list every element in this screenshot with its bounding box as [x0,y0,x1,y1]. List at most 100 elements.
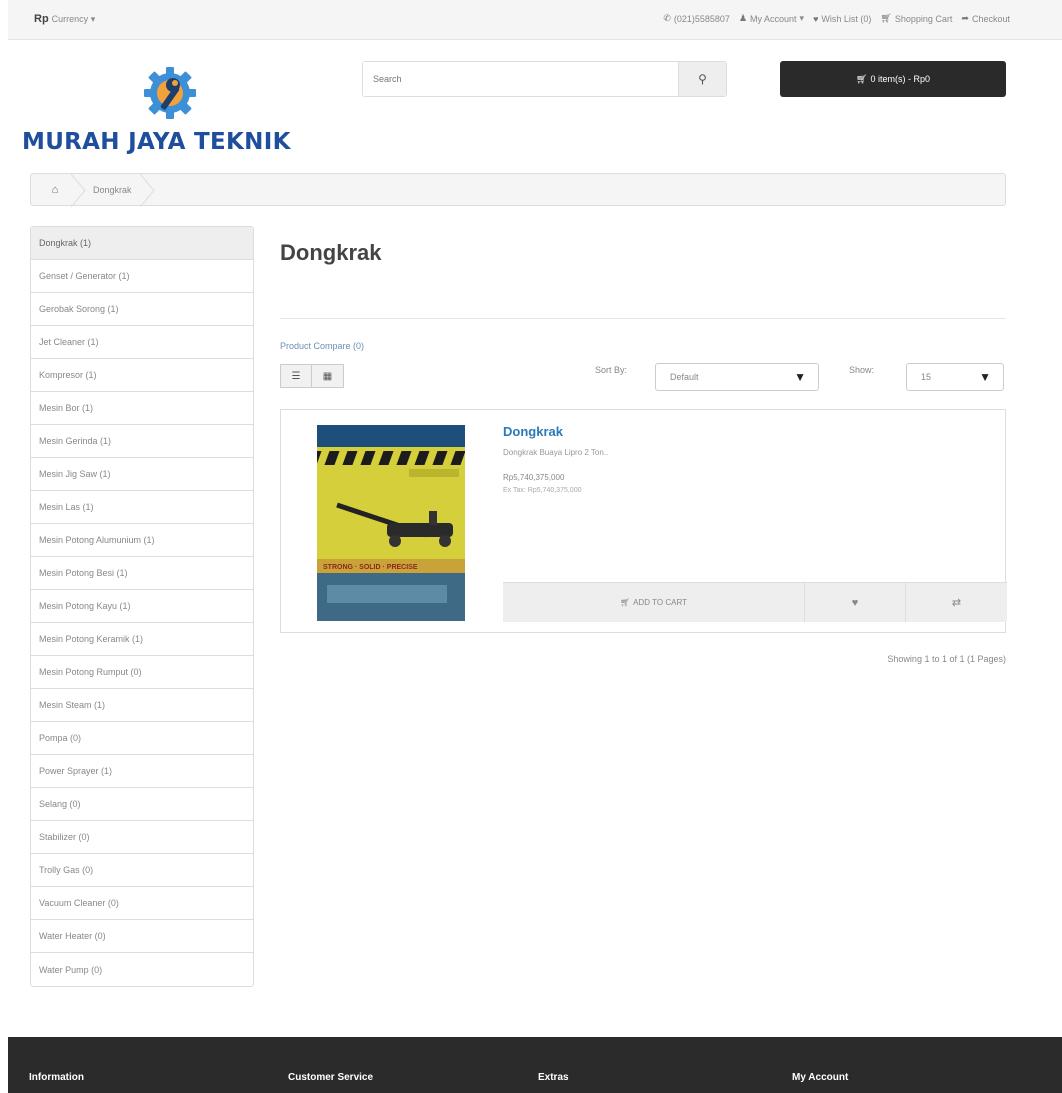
dropdown-arrow-icon: ▼ [979,370,991,384]
footer-heading-extras: Extras [538,1072,569,1083]
footer-heading-information: Information [29,1072,84,1083]
product-image[interactable]: STRONG · SOLID · PRECISE [317,425,465,621]
list-icon: ☰ [291,370,301,382]
add-to-cart-label: ADD TO CART [633,598,687,607]
grid-icon: ▦ [322,370,333,382]
sidebar-category-item[interactable]: Mesin Potong Kayu (1) [31,590,253,623]
currency-label: Currency [51,14,89,24]
sidebar-category-item[interactable]: Gerobak Sorong (1) [31,293,253,326]
breadcrumb: ⌂ Dongkrak [30,173,1006,207]
footer: Information Customer Service Extras My A… [8,1037,1062,1093]
top-links: ✆ (021)5585807 ♟ My Account ▾ ♥ Wish List (0… [663,13,1010,24]
cart-summary: 0 item(s) - Rp0 [870,74,930,84]
heart-icon: ♥ [851,596,859,609]
list-view-button[interactable]: ☰ [280,364,312,388]
view-toggle: ☰ ▦ [280,364,344,388]
sort-value: Default [670,372,699,382]
jack-photo-icon: STRONG · SOLID · PRECISE [317,425,465,621]
sort-select[interactable]: Default ▼ [655,363,819,391]
product-description: Dongkrak Buaya Lipro 2 Ton.. [503,448,609,457]
top-bar: Rp Currency ▾ ✆ (021)5585807 ♟ My Account ▾ … [8,0,1062,40]
phone-icon: ✆ [663,13,671,23]
product-compare-link[interactable]: Product Compare (0) [280,341,364,351]
sidebar-category-item[interactable]: Power Sprayer (1) [31,755,253,788]
my-account-dropdown[interactable]: ♟ My Account ▾ [739,13,804,24]
add-to-cart-button[interactable]: 🛒︎ ADD TO CART [503,583,805,622]
sidebar-category-item[interactable]: Mesin Potong Besi (1) [31,557,253,590]
logo[interactable]: MURAH JAYA TEKNIK [22,63,342,163]
cart-icon: 🛒︎ [880,13,892,23]
sidebar-category-item[interactable]: Trolly Gas (0) [31,854,253,887]
wish-list-link[interactable]: ♥ Wish List (0) [813,13,871,24]
pagination-results: Showing 1 to 1 of 1 (1 Pages) [887,654,1006,664]
home-icon: ⌂ [51,183,59,196]
sidebar-category-item[interactable]: Mesin Gerinda (1) [31,425,253,458]
divider [280,318,1006,319]
wish-list-label: Wish List (0) [821,13,872,24]
breadcrumb-home[interactable]: ⌂ [31,174,86,207]
search-icon: ⚲ [698,72,707,86]
sidebar-category-item[interactable]: Water Heater (0) [31,920,253,953]
footer-heading-customer-service: Customer Service [288,1072,374,1083]
sidebar-category-item[interactable]: Water Pump (0) [31,953,253,986]
breadcrumb-current-label: Dongkrak [93,184,132,195]
product-ex-tax: Ex Tax: Rp5,740,375,000 [503,487,582,494]
compare-button[interactable]: ⇄ [906,583,1007,622]
search-bar: ⚲ [362,61,727,97]
sidebar-category-item[interactable]: Pompa (0) [31,722,253,755]
sidebar-category-item[interactable]: Kompresor (1) [31,359,253,392]
sidebar-category-item[interactable]: Vacuum Cleaner (0) [31,887,253,920]
breadcrumb-separator [139,174,155,207]
my-account-label: My Account [750,13,797,24]
sidebar-category-item[interactable]: Dongkrak (1) [31,227,253,260]
product-image-text: STRONG · SOLID · PRECISE [323,564,418,571]
caret-down-icon: ▾ [90,14,96,24]
phone-number: (021)5585807 [673,13,730,24]
currency-symbol: Rp [34,13,49,25]
shopping-cart-link[interactable]: 🛒︎ Shopping Cart [880,13,952,24]
sidebar-category-item[interactable]: Mesin Steam (1) [31,689,253,722]
product-price: Rp5,740,375,000 [503,473,565,482]
user-icon: ♟ [738,13,748,23]
grid-view-button[interactable]: ▦ [312,364,344,388]
category-sidebar: Dongkrak (1) Genset / Generator (1) Geroba… [30,226,254,987]
exchange-icon: ⇄ [951,597,962,609]
sidebar-category-item[interactable]: Stabilizer (0) [31,821,253,854]
phone-link[interactable]: ✆ (021)5585807 [663,13,730,24]
brand-name: MURAH JAYA TEKNIK [22,129,291,155]
search-button[interactable]: ⚲ [678,62,726,96]
gear-wrench-logo-icon [144,67,196,119]
sidebar-category-item[interactable]: Mesin Bor (1) [31,392,253,425]
add-to-wishlist-button[interactable]: ♥ [805,583,906,622]
sidebar-category-item[interactable]: Mesin Potong Alumunium (1) [31,524,253,557]
checkout-link[interactable]: ➦ Checkout [961,13,1010,24]
checkout-label: Checkout [971,13,1010,24]
product-card: STRONG · SOLID · PRECISE Dongkrak Dongkr… [280,409,1007,633]
cart-icon: 🛒︎ [856,73,868,84]
breadcrumb-current[interactable]: Dongkrak [79,174,155,207]
show-value: 15 [921,372,932,382]
dropdown-arrow-icon: ▼ [794,370,806,384]
product-actions: 🛒︎ ADD TO CART ♥ ⇄ [503,582,1007,622]
cart-button[interactable]: 🛒︎ 0 item(s) - Rp0 [780,61,1006,97]
sidebar-category-item[interactable]: Selang (0) [31,788,253,821]
shopping-cart-label: Shopping Cart [894,13,953,24]
page-title: Dongkrak [280,240,382,265]
share-icon: ➦ [961,13,969,23]
sidebar-category-item[interactable]: Mesin Las (1) [31,491,253,524]
show-label: Show: [849,365,875,375]
footer-heading-my-account: My Account [792,1072,849,1083]
sidebar-category-item[interactable]: Mesin Potong Keramik (1) [31,623,253,656]
sidebar-category-item[interactable]: Mesin Jig Saw (1) [31,458,253,491]
product-name-link[interactable]: Dongkrak [503,424,563,439]
search-input[interactable] [363,62,678,96]
sidebar-category-item[interactable]: Mesin Potong Rumput (0) [31,656,253,689]
caret-down-icon: ▾ [799,13,805,23]
sidebar-category-item[interactable]: Jet Cleaner (1) [31,326,253,359]
sidebar-category-item[interactable]: Genset / Generator (1) [31,260,253,293]
show-select[interactable]: 15 ▼ [906,363,1004,391]
heart-icon: ♥ [813,13,819,24]
cart-icon: 🛒︎ [620,598,631,607]
sort-label: Sort By: [595,365,628,375]
currency-dropdown[interactable]: Rp Currency ▾ [34,13,95,25]
